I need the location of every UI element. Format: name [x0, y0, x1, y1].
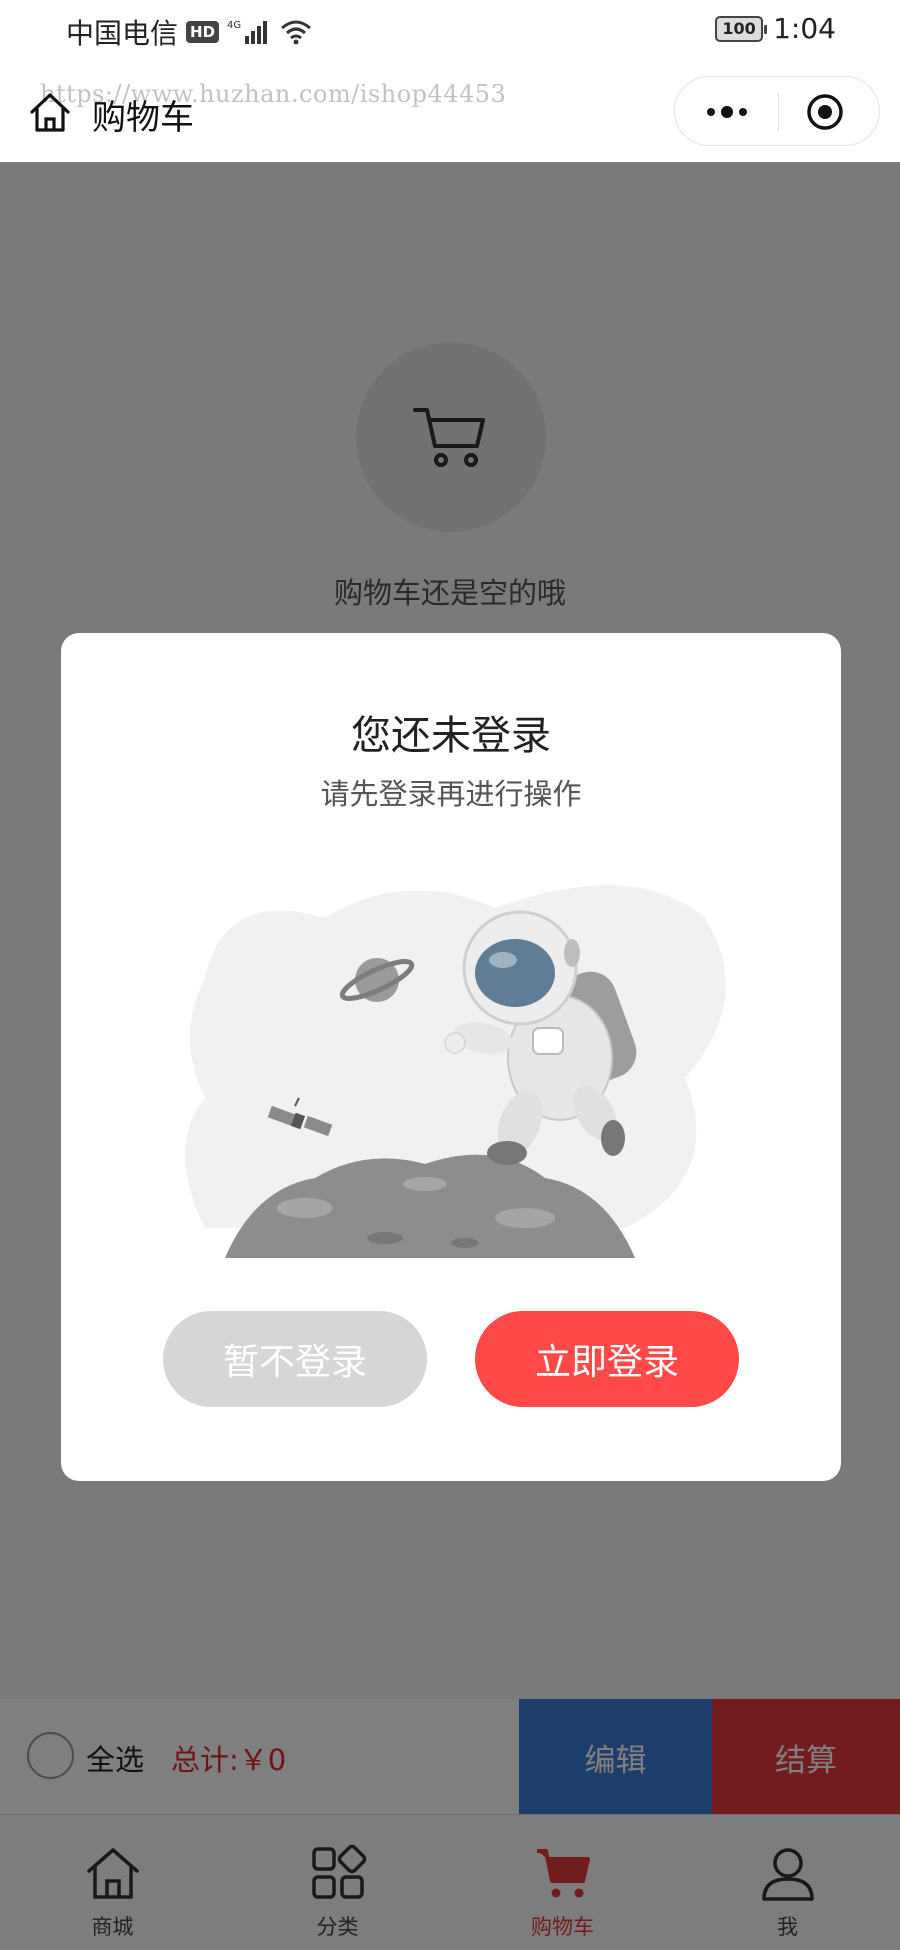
page-title: 购物车 — [92, 98, 194, 138]
battery-icon: 100 — [715, 15, 768, 42]
modal-subtitle: 请先登录再进行操作 — [320, 777, 582, 811]
status-bar: 中国电信 HD 4G 100 1:04 — [0, 0, 900, 62]
wifi-icon — [281, 20, 312, 45]
nav-bar: https://www.huzhan.com/ishop44453 购物车 — [0, 62, 900, 162]
carrier-label: 中国电信 — [66, 17, 179, 50]
signal-icon: 4G — [227, 20, 268, 44]
status-left: 中国电信 HD 4G — [66, 12, 313, 52]
skip-login-button[interactable]: 暂不登录 — [163, 1311, 427, 1407]
svg-text:4G: 4G — [227, 20, 241, 31]
modal-title: 您还未登录 — [351, 713, 551, 759]
login-modal: 您还未登录 请先登录再进行操作 暂不登录 立即登录 — [61, 633, 841, 1481]
mini-program-capsule — [674, 76, 880, 146]
login-now-button[interactable]: 立即登录 — [475, 1311, 739, 1407]
status-right: 100 1:04 — [715, 12, 836, 45]
astronaut-space-illustration — [185, 885, 726, 1258]
close-target-icon[interactable] — [805, 92, 845, 132]
clock: 1:04 — [773, 12, 836, 45]
more-dots-icon[interactable] — [697, 97, 757, 127]
hd-badge: HD — [186, 21, 220, 43]
home-icon[interactable] — [28, 90, 72, 134]
capsule-divider — [778, 93, 779, 131]
